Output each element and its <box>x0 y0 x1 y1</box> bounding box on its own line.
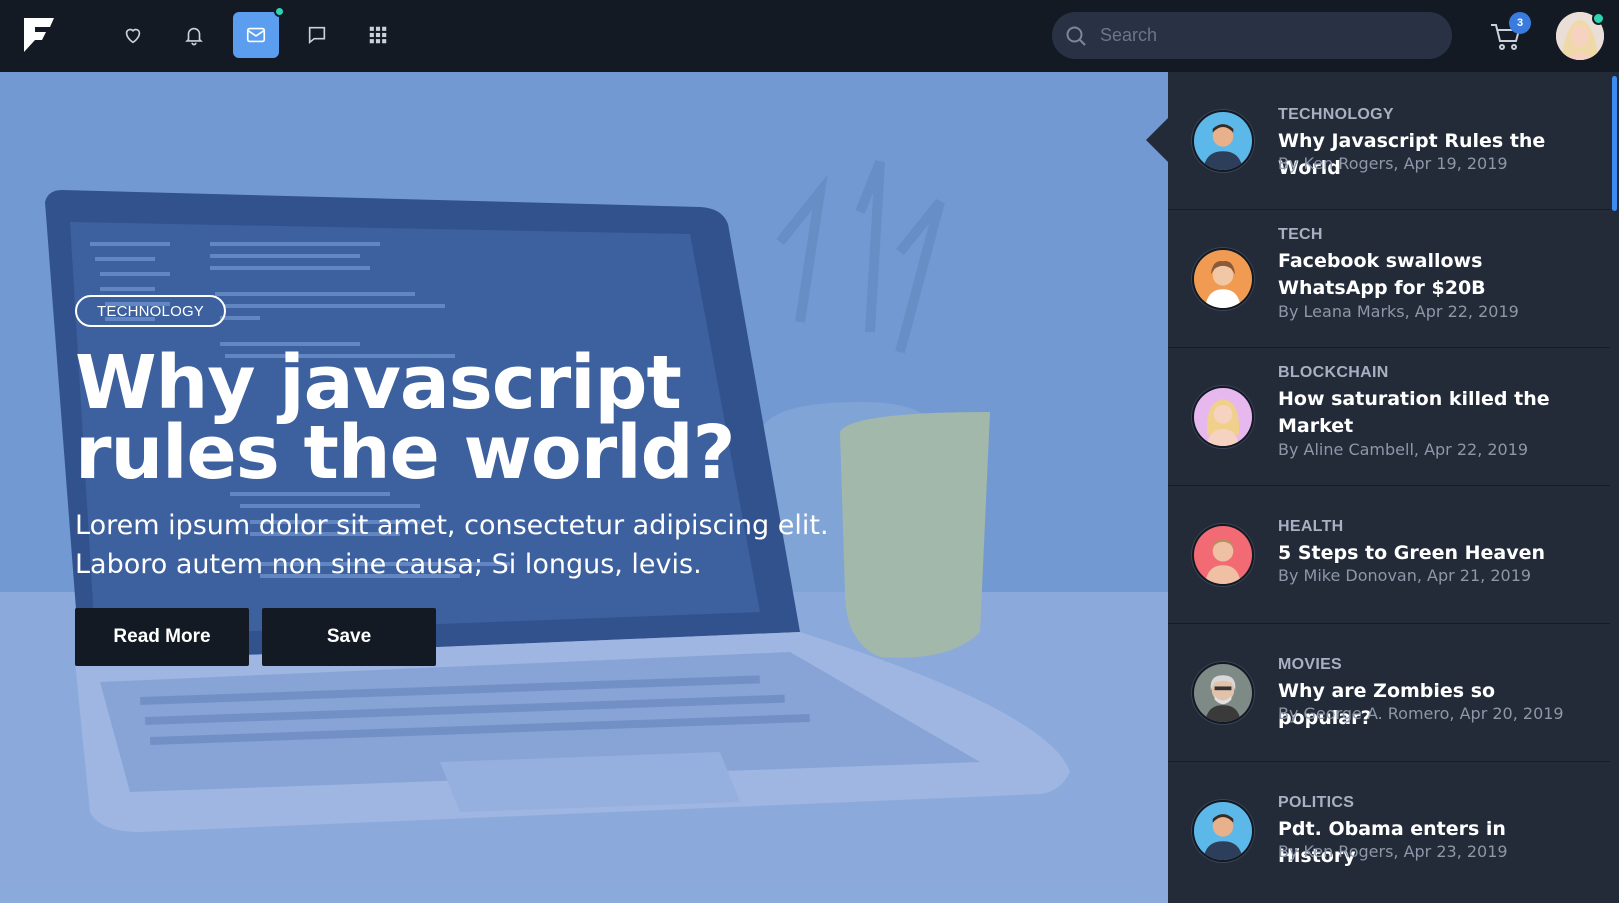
author-avatar <box>1192 110 1254 172</box>
save-button[interactable]: Save <box>262 608 436 666</box>
search-icon <box>1066 26 1086 46</box>
brand-f-logo-icon[interactable] <box>22 16 56 54</box>
news-meta: By Leana Marks, Apr 22, 2019 <box>1278 302 1519 321</box>
bell-icon[interactable] <box>171 12 217 58</box>
news-item[interactable]: HEALTH 5 Steps to Green Heaven By Mike D… <box>1168 486 1610 624</box>
sidebar-scrollbar-thumb[interactable] <box>1612 76 1617 211</box>
author-avatar <box>1192 386 1254 448</box>
news-category: HEALTH <box>1278 518 1344 535</box>
news-item[interactable]: TECH Facebook swallows WhatsApp for $20B… <box>1168 210 1610 348</box>
news-category: POLITICS <box>1278 794 1355 811</box>
cart-count-badge: 3 <box>1509 12 1531 34</box>
news-item[interactable]: POLITICS Pdt. Obama enters in History By… <box>1168 762 1610 903</box>
author-avatar <box>1192 800 1254 862</box>
mail-notification-dot <box>274 6 285 17</box>
news-category: MOVIES <box>1278 656 1343 673</box>
hero-title: Why javascript rules the world? <box>75 340 736 496</box>
news-item[interactable]: TECHNOLOGY Why Javascript Rules the Worl… <box>1168 72 1610 210</box>
hero-category-tag[interactable]: TECHNOLOGY <box>75 295 227 327</box>
news-meta: By George A. Romero, Apr 20, 2019 <box>1278 704 1564 723</box>
news-category: TECH <box>1278 226 1323 243</box>
read-more-button[interactable]: Read More <box>75 608 249 666</box>
news-title[interactable]: Facebook swallows WhatsApp for $20B <box>1278 248 1588 302</box>
user-online-dot <box>1592 12 1605 25</box>
search-bar[interactable] <box>1052 12 1452 59</box>
author-avatar <box>1192 524 1254 586</box>
news-category: BLOCKCHAIN <box>1278 364 1389 381</box>
hero-description: Lorem ipsum dolor sit amet, consectetur … <box>75 510 829 580</box>
sidebar-pointer-arrow <box>1146 118 1168 162</box>
author-avatar <box>1192 248 1254 310</box>
chat-icon[interactable] <box>294 12 340 58</box>
news-meta: By Ken Rogers, Apr 19, 2019 <box>1278 154 1508 173</box>
hero-banner: TECHNOLOGY Why javascript rules the worl… <box>0 72 1168 903</box>
search-input[interactable] <box>1100 25 1420 46</box>
mail-icon[interactable] <box>233 12 279 58</box>
news-item[interactable]: MOVIES Why are Zombies so popular? By Ge… <box>1168 624 1610 762</box>
news-item[interactable]: BLOCKCHAIN How saturation killed the Mar… <box>1168 348 1610 486</box>
author-avatar <box>1192 662 1254 724</box>
heart-icon[interactable] <box>110 12 156 58</box>
news-sidebar: TECHNOLOGY Why Javascript Rules the Worl… <box>1168 72 1619 903</box>
news-meta: By Mike Donovan, Apr 21, 2019 <box>1278 566 1532 585</box>
news-title[interactable]: 5 Steps to Green Heaven <box>1278 540 1588 567</box>
top-navbar: 3 <box>0 0 1619 72</box>
news-title[interactable]: How saturation killed the Market <box>1278 386 1588 440</box>
apps-grid-icon[interactable] <box>355 12 401 58</box>
news-meta: By Aline Cambell, Apr 22, 2019 <box>1278 440 1529 459</box>
news-category: TECHNOLOGY <box>1278 106 1394 123</box>
news-meta: By Ken Rogers, Apr 23, 2019 <box>1278 842 1508 861</box>
